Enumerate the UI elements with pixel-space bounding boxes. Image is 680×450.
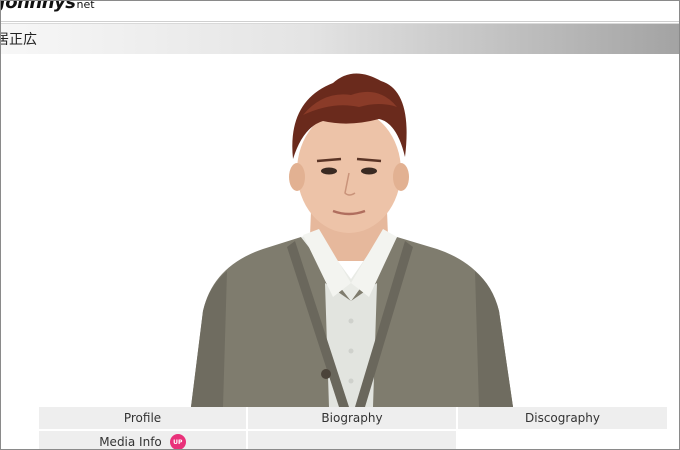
nav-biography[interactable]: Biography [248,407,456,429]
artist-portrait [191,73,513,407]
profile-nav: Profile Biography Discography Media Info… [39,407,667,449]
nav-profile-label: Profile [123,411,162,425]
nav-discography-label: Discography [525,411,600,425]
artist-name-bar: 居正広 [1,23,679,54]
nav-media-info[interactable]: Media Info UP [39,431,246,449]
nav-biography-label: Biography [321,411,383,425]
up-badge: UP [169,434,186,449]
logo-suffix: net [76,0,95,11]
nav-discography[interactable]: Discography [458,407,667,429]
nav-media-info-label: Media Info [99,435,162,449]
site-logo[interactable]: Johnnysnet [0,0,95,14]
nav-empty-cell [248,431,456,449]
logo-text: Johnnys [0,0,76,13]
browser-frame: Johnnysnet 居正広 [0,0,680,450]
nav-profile[interactable]: Profile [39,407,246,429]
site-header: Johnnysnet [1,1,679,22]
artist-name: 居正広 [1,32,37,48]
